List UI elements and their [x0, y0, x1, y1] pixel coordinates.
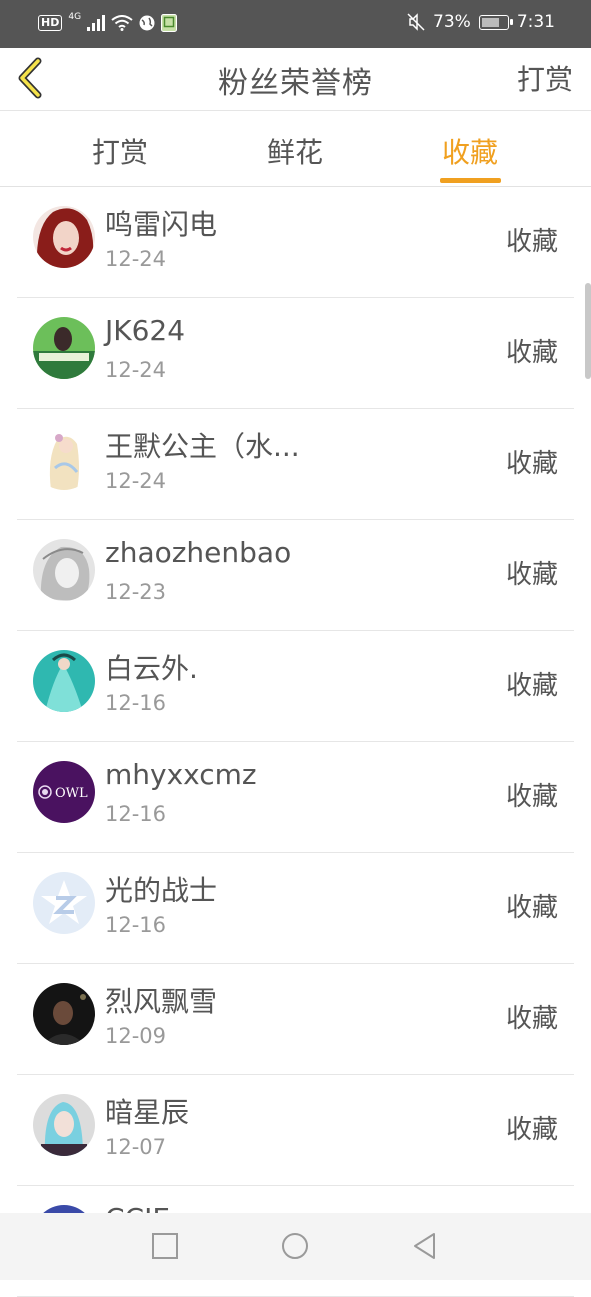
fan-name: 烈风飘雪 [105, 985, 218, 1018]
square-icon [152, 1233, 178, 1259]
list-item[interactable]: 光的战士 12-16 收藏 [17, 853, 574, 964]
fan-name: 鸣雷闪电 [105, 208, 218, 241]
list-item[interactable]: 鸣雷闪电 12-24 收藏 [17, 187, 574, 298]
battery-percent: 73% [433, 12, 471, 32]
list-item[interactable]: 王默公主（水... 12-24 收藏 [17, 409, 574, 520]
fan-date: 12-16 [105, 802, 167, 826]
fan-list: 鸣雷闪电 12-24 收藏 JK624 12-24 收藏 王默公主（水... 1… [0, 187, 591, 1297]
clock: 7:31 [516, 12, 555, 32]
fan-action-label: 收藏 [505, 1004, 558, 1034]
fan-date: 12-24 [105, 469, 167, 493]
tab-flowers[interactable]: 鲜花 [235, 131, 355, 171]
network-generation: 4G [68, 12, 82, 22]
fan-action-label: 收藏 [505, 338, 558, 368]
fan-action-label: 收藏 [505, 782, 558, 812]
fan-date: 12-16 [105, 691, 167, 715]
status-bar: HD 4G 73% 7:31 [0, 0, 591, 48]
fan-name: 王默公主（水... [105, 430, 300, 463]
fan-date: 12-09 [105, 1024, 167, 1048]
mute-icon [407, 13, 425, 31]
back-nav-button[interactable] [410, 1231, 440, 1261]
tab-bar: 打赏 鲜花 收藏 [0, 111, 591, 187]
avatar [33, 428, 95, 490]
avatar [33, 650, 95, 712]
tab-reward[interactable]: 打赏 [60, 131, 180, 171]
avatar [33, 539, 95, 601]
system-nav-bar [0, 1213, 591, 1280]
avatar [33, 1094, 95, 1156]
fan-date: 12-16 [105, 913, 167, 937]
fan-name: mhyxxcmz [105, 758, 257, 791]
fan-action-label: 收藏 [505, 671, 558, 701]
active-tab-indicator [440, 178, 501, 183]
svg-text:OWL: OWL [55, 786, 88, 801]
fan-name: 暗星辰 [105, 1096, 190, 1129]
page-title: 粉丝荣誉榜 [218, 66, 373, 101]
fan-name: JK624 [105, 314, 186, 347]
avatar: OWL [33, 761, 95, 823]
avatar [33, 983, 95, 1045]
fan-name: 白云外. [105, 652, 198, 685]
status-right: 73% 7:31 [407, 12, 555, 32]
fan-date: 12-23 [105, 580, 167, 604]
avatar [33, 872, 95, 934]
list-item[interactable]: 烈风飘雪 12-09 收藏 [17, 964, 574, 1075]
list-item[interactable]: zhaozhenbao 12-23 收藏 [17, 520, 574, 631]
fan-action-label: 收藏 [505, 560, 558, 590]
recents-button[interactable] [150, 1231, 180, 1261]
fan-name: 光的战士 [105, 874, 218, 907]
status-left: HD 4G [38, 12, 178, 32]
list-item[interactable]: OWL mhyxxcmz 12-16 收藏 [17, 742, 574, 853]
reward-button[interactable]: 打赏 [517, 58, 573, 98]
circle-icon [282, 1233, 308, 1259]
fan-date: 12-24 [105, 247, 167, 271]
wifi-icon [111, 15, 133, 31]
battery-icon [478, 14, 513, 30]
header-bar: 粉丝荣誉榜 打赏 [0, 48, 591, 111]
triangle-back-icon [414, 1233, 435, 1259]
fan-date: 12-07 [105, 1135, 167, 1159]
globe-icon [139, 15, 155, 31]
fan-action-label: 收藏 [505, 227, 558, 257]
home-button[interactable] [280, 1231, 310, 1261]
fan-action-label: 收藏 [505, 1115, 558, 1145]
avatar [33, 206, 95, 268]
list-item[interactable]: JK624 12-24 收藏 [17, 298, 574, 409]
fan-name: zhaozhenbao [105, 536, 292, 569]
tab-favorites[interactable]: 收藏 [410, 131, 530, 171]
fan-date: 12-24 [105, 358, 167, 382]
fan-action-label: 收藏 [505, 449, 558, 479]
app-notification-icon [161, 14, 178, 32]
list-item[interactable]: 暗星辰 12-07 收藏 [17, 1075, 574, 1186]
hd-badge: HD [38, 15, 63, 31]
avatar [33, 317, 95, 379]
list-item[interactable]: 白云外. 12-16 收藏 [17, 631, 574, 742]
signal-icon [87, 15, 106, 31]
scrollbar[interactable] [585, 283, 591, 379]
fan-action-label: 收藏 [505, 893, 558, 923]
